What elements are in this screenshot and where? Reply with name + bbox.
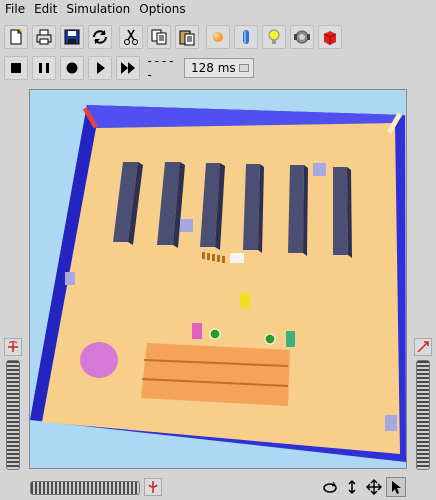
add-sphere-button[interactable]: [206, 25, 230, 49]
pause-button[interactable]: [32, 56, 56, 80]
move-icon: [366, 479, 382, 495]
arrow-diagonal-icon: [417, 341, 429, 353]
speed-value: 128 ms: [191, 61, 236, 75]
print-icon: [36, 29, 52, 45]
save-button[interactable]: [60, 25, 84, 49]
rotate-y-button[interactable]: [144, 478, 162, 496]
fast-forward-button[interactable]: [116, 56, 140, 80]
stop-icon: [11, 63, 21, 73]
pink-block: [192, 323, 202, 339]
scene: [30, 105, 406, 462]
menu-simulation[interactable]: Simulation: [62, 0, 134, 18]
cut-icon: [124, 29, 138, 45]
add-box-button[interactable]: [318, 25, 342, 49]
save-icon: [64, 29, 80, 45]
pointer-icon: [392, 481, 401, 494]
cut-button[interactable]: [119, 25, 143, 49]
record-icon: [66, 62, 78, 74]
scene-cube: [180, 219, 193, 232]
robot-marker: [209, 328, 221, 340]
copy-icon: [151, 29, 167, 45]
orbit-icon: [323, 481, 337, 493]
rotate-axis-icon: [8, 341, 18, 352]
scene-cube: [385, 415, 397, 431]
new-button[interactable]: [4, 25, 28, 49]
light-icon: [268, 29, 280, 44]
add-light-button[interactable]: [262, 25, 286, 49]
record-button[interactable]: [60, 56, 84, 80]
ramp: [141, 343, 290, 406]
robot-icon: [294, 30, 310, 44]
select-pointer-button[interactable]: [386, 477, 406, 497]
simulation-toolbar: ----- 128 ms: [0, 54, 254, 82]
rotate-axis-icon: [148, 481, 158, 493]
fast-forward-icon: [121, 62, 135, 74]
refresh-icon: [93, 30, 107, 44]
scene-cube: [313, 163, 326, 176]
menu-options[interactable]: Options: [135, 0, 189, 18]
chevron-down-icon: [239, 64, 249, 72]
vertical-wheel-right[interactable]: [416, 360, 430, 470]
pan-button[interactable]: [364, 477, 384, 497]
pink-disc: [80, 342, 118, 378]
main-toolbar: [0, 23, 342, 51]
play-icon: [97, 62, 105, 74]
paste-button[interactable]: [175, 25, 199, 49]
sphere-icon: [213, 32, 223, 42]
orbit-button[interactable]: [320, 477, 340, 497]
add-cylinder-button[interactable]: [234, 25, 258, 49]
paste-icon: [179, 30, 195, 46]
time-display: -----: [146, 54, 175, 82]
add-robot-button[interactable]: [290, 25, 314, 49]
yellow-block: [240, 293, 250, 308]
menu-file[interactable]: File: [1, 0, 29, 18]
stop-button[interactable]: [4, 56, 28, 80]
white-block: [230, 253, 244, 263]
refresh-button[interactable]: [88, 25, 112, 49]
menubar: File Edit Simulation Options: [0, 0, 436, 18]
robot-marker: [264, 333, 276, 345]
print-button[interactable]: [32, 25, 56, 49]
vertical-move-button[interactable]: [342, 477, 362, 497]
play-button[interactable]: [88, 56, 112, 80]
scene-cube: [65, 272, 75, 285]
3d-viewport[interactable]: [29, 89, 407, 469]
horizontal-wheel[interactable]: [30, 481, 140, 495]
rotate-x-button[interactable]: [4, 338, 22, 356]
cylinder-icon: [243, 30, 249, 44]
new-icon: [10, 28, 23, 45]
vertical-wheel-left[interactable]: [6, 360, 20, 470]
green-block: [286, 331, 295, 347]
pause-icon: [39, 63, 49, 73]
speed-select[interactable]: 128 ms: [184, 58, 254, 78]
dolly-button[interactable]: [414, 338, 432, 356]
menu-edit[interactable]: Edit: [30, 0, 61, 18]
copy-button[interactable]: [147, 25, 171, 49]
up-down-arrow-icon: [348, 479, 356, 495]
box-icon: [323, 31, 337, 45]
